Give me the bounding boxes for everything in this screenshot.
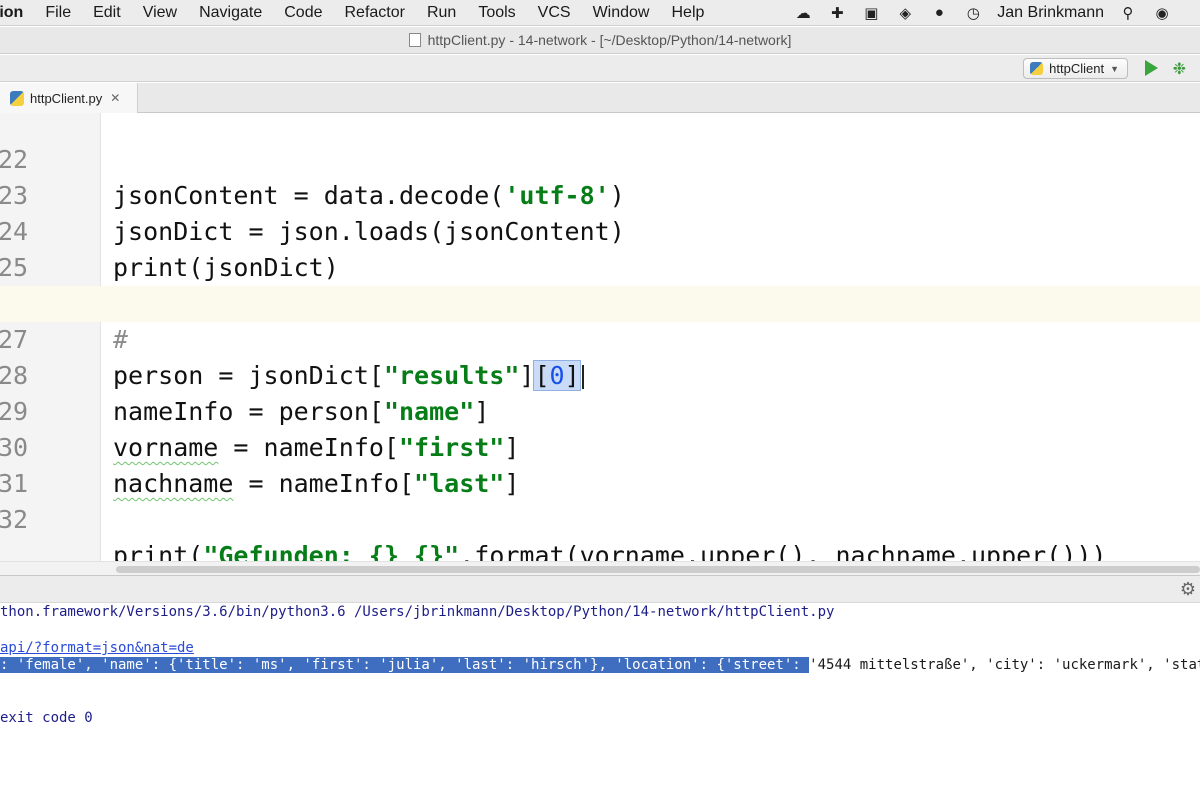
menu-view[interactable]: View [132,0,188,26]
console-output-text: '4544 mittelstraße', 'city': 'uckermark'… [809,657,1200,673]
code-line: 32 print("Gefunden: {} {}".format(vornam… [0,466,1200,561]
window-title-bar: httpClient.py - 14-network - [~/Desktop/… [0,27,1200,54]
menu-window[interactable]: Window [582,0,661,26]
code-line-current: 27 person = jsonDict["results"][0] [0,286,1200,391]
menu-edit[interactable]: Edit [82,0,132,26]
status-tray: ☁ ✚ ▣ ◈ ● ◷ Jan Brinkmann ⚲ ◉ [793,3,1200,23]
user-name[interactable]: Jan Brinkmann [997,4,1104,22]
menu-app-name[interactable]: tion [0,0,34,26]
menu-vcs[interactable]: VCS [527,0,582,26]
chat-bubble-icon[interactable]: ● [929,3,949,23]
run-panel-header: ⚙ [0,575,1200,603]
menu-help[interactable]: Help [660,0,715,26]
gear-icon[interactable]: ⚙ [1180,579,1196,600]
menu-run[interactable]: Run [416,0,467,26]
console-selected-text: : 'female', 'name': {'title': 'ms', 'fir… [0,657,810,673]
console-command: thon.framework/Versions/3.6/bin/python3.… [0,604,835,620]
close-icon[interactable]: ✕ [110,91,120,105]
time-machine-icon[interactable]: ◷ [963,3,983,23]
editor-tab-label: httpClient.py [30,90,103,106]
editor-tab-bar: httpClient.py ✕ [0,83,1200,113]
spotlight-search-icon[interactable]: ⚲ [1118,3,1138,23]
menu-tools[interactable]: Tools [467,0,526,26]
code-line: 26 # [0,250,1200,354]
console-link[interactable]: api/?format=json&nat=de [0,639,194,657]
python-file-icon [1030,62,1044,75]
code-editor[interactable]: 22 jsonContent = data.decode('utf-8') 23… [0,113,1200,561]
horizontal-scrollbar[interactable] [0,561,1200,575]
leaf-icon[interactable]: ◈ [895,3,915,23]
editor-tab-httpclient[interactable]: httpClient.py ✕ [0,83,138,113]
run-console[interactable]: thon.framework/Versions/3.6/bin/python3.… [0,603,1200,800]
console-exit-message: exit code 0 [0,710,93,726]
screen-recorder-icon[interactable]: ▣ [861,3,881,23]
run-configuration-dropdown[interactable]: httpClient ▼ [1023,58,1128,79]
code-line: 25 [0,214,1200,282]
siri-icon[interactable]: ◉ [1152,3,1172,23]
menu-refactor[interactable]: Refactor [333,0,415,26]
file-icon [408,33,421,47]
code-line: 30 nachname = nameInfo["last"] [0,394,1200,498]
menu-code[interactable]: Code [273,0,333,26]
line-number: 32 [0,505,29,534]
run-configuration-label: httpClient [1049,61,1105,76]
code-text: print("Gefunden: {} {}".format(vorname.u… [113,541,1107,561]
scrollbar-thumb[interactable] [116,566,1200,573]
code-line: 28 nameInfo = person["name"] [0,322,1200,426]
toolbar: httpClient ▼ ❉ [0,55,1200,82]
code-line: 23 jsonDict = json.loads(jsonContent) [0,142,1200,246]
menu-file[interactable]: File [34,0,82,26]
menu-bar: tion File Edit View Navigate Code Refact… [0,0,1200,26]
code-line: 24 print(jsonDict) [0,178,1200,282]
code-line: 31 [0,430,1200,498]
code-line: 29 vorname = nameInfo["first"] [0,358,1200,462]
code-line: 22 jsonContent = data.decode('utf-8') [0,113,1200,210]
run-icon[interactable] [1145,60,1158,76]
chevron-down-icon: ▼ [1110,63,1119,74]
console-output: : 'female', 'name': {'title': 'ms', 'fir… [0,656,1200,674]
window-title: httpClient.py - 14-network - [~/Desktop/… [427,32,792,48]
plus-cross-icon[interactable]: ✚ [827,3,847,23]
creative-cloud-icon[interactable]: ☁ [793,3,813,23]
menu-navigate[interactable]: Navigate [188,0,273,26]
debug-bug-icon[interactable]: ❉ [1173,59,1186,79]
python-file-icon [10,90,24,106]
